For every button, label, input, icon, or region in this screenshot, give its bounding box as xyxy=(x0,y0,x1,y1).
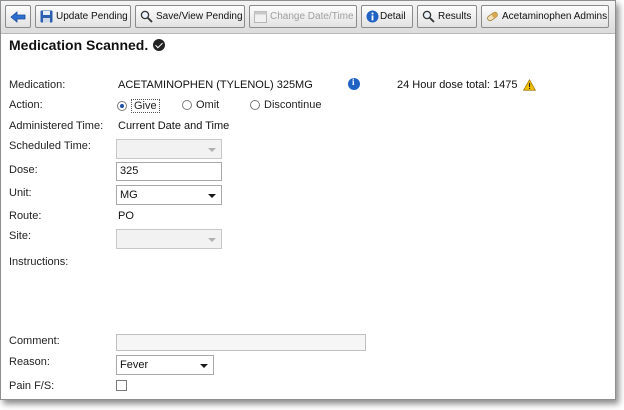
calendar-icon xyxy=(254,11,267,23)
radio-give-dot[interactable] xyxy=(117,101,127,111)
dose-total-text: 24 Hour dose total: 1475 xyxy=(397,79,518,91)
results-button[interactable]: Results xyxy=(417,5,477,28)
reason-selected: Fever xyxy=(120,359,149,371)
unit-label: Unit: xyxy=(9,187,32,199)
acetaminophen-admins-label: Acetaminophen Admins xyxy=(502,11,608,22)
save-disk-icon xyxy=(40,10,53,23)
chevron-down-icon xyxy=(208,148,216,152)
search-magnifier-icon xyxy=(140,10,153,23)
save-view-pending-label: Save/View Pending xyxy=(156,11,243,22)
medication-window: Update Pending Save/View Pending Change … xyxy=(0,0,616,400)
dose-field[interactable] xyxy=(116,162,222,181)
action-label: Action: xyxy=(9,99,43,111)
pill-icon xyxy=(487,11,498,22)
instructions-label: Instructions: xyxy=(9,256,69,268)
detail-info-icon xyxy=(366,10,379,23)
back-button[interactable] xyxy=(5,5,31,28)
save-view-pending-button[interactable]: Save/View Pending xyxy=(135,5,245,28)
site-dropdown[interactable] xyxy=(116,229,222,249)
dose-label: Dose: xyxy=(9,164,38,176)
detail-label: Detail xyxy=(380,11,406,22)
warning-icon[interactable] xyxy=(523,79,537,91)
pain-fs-label: Pain F/S: xyxy=(9,380,55,392)
toolbar: Update Pending Save/View Pending Change … xyxy=(1,1,615,34)
chevron-down-icon xyxy=(208,238,216,242)
radio-discontinue-dot[interactable] xyxy=(250,100,260,110)
chevron-down-icon xyxy=(200,364,208,368)
update-pending-button[interactable]: Update Pending xyxy=(35,5,131,28)
route-label: Route: xyxy=(9,210,42,222)
radio-omit-dot[interactable] xyxy=(182,100,192,110)
radio-omit-label: Omit xyxy=(196,99,220,111)
medication-value: ACETAMINOPHEN (TYLENOL) 325MG xyxy=(118,79,313,91)
check-circle-icon xyxy=(153,39,166,51)
pain-fs-checkbox[interactable] xyxy=(116,380,127,391)
page-title: Medication Scanned. xyxy=(9,37,149,53)
acetaminophen-admins-button[interactable]: Acetaminophen Admins xyxy=(481,5,609,28)
scheduled-time-label: Scheduled Time: xyxy=(9,140,91,152)
detail-button[interactable]: Detail xyxy=(361,5,413,28)
administered-time-label: Administered Time: xyxy=(9,120,104,132)
title-row: Medication Scanned. xyxy=(9,37,166,53)
results-label: Results xyxy=(438,11,472,22)
action-radio-omit[interactable]: Omit xyxy=(182,99,219,111)
medication-label: Medication: xyxy=(9,79,66,91)
unit-selected: MG xyxy=(120,189,138,201)
back-arrow-icon xyxy=(10,10,26,23)
update-pending-label: Update Pending xyxy=(56,11,128,22)
action-radio-discontinue[interactable]: Discontinue xyxy=(250,99,321,111)
info-icon[interactable] xyxy=(348,77,360,90)
chevron-down-icon xyxy=(208,194,216,198)
unit-dropdown[interactable]: MG xyxy=(116,185,222,205)
search-magnifier-icon xyxy=(422,10,435,23)
route-value: PO xyxy=(118,210,134,222)
change-date-time-button[interactable]: Change Date/Time xyxy=(249,5,357,28)
dose-input[interactable] xyxy=(117,163,221,179)
comment-label: Comment: xyxy=(9,335,60,347)
comment-input[interactable] xyxy=(117,335,365,351)
reason-label: Reason: xyxy=(9,356,50,368)
radio-give-label: Give xyxy=(131,99,160,113)
radio-discontinue-label: Discontinue xyxy=(264,99,322,111)
action-radio-give[interactable]: Give xyxy=(117,99,160,113)
reason-dropdown[interactable]: Fever xyxy=(116,355,214,375)
scheduled-time-dropdown[interactable] xyxy=(116,139,222,159)
administered-time-value: Current Date and Time xyxy=(118,120,230,132)
dose-total: 24 Hour dose total: 1475 xyxy=(397,79,537,91)
change-date-time-label: Change Date/Time xyxy=(270,11,354,22)
site-label: Site: xyxy=(9,230,32,242)
comment-field[interactable] xyxy=(116,334,366,351)
